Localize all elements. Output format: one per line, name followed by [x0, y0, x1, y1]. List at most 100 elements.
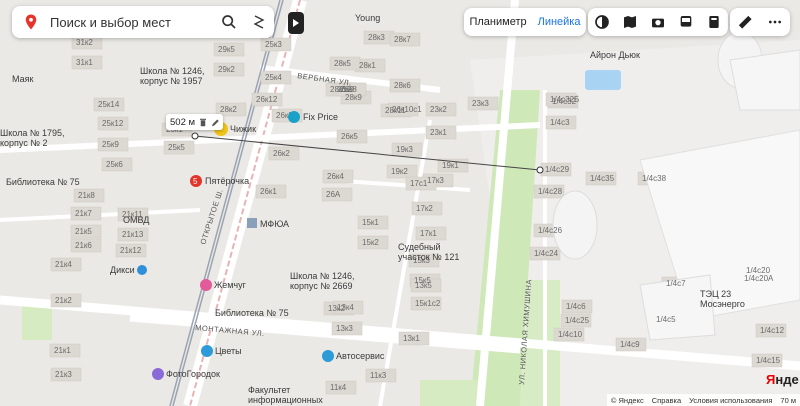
poi-young[interactable]: Young — [355, 13, 380, 23]
building-number-label: 29к2 — [218, 65, 235, 74]
pond — [585, 70, 621, 90]
building-number-label: 13к1 — [403, 334, 420, 343]
svg-text:Маяк: Маяк — [12, 74, 33, 84]
svg-text:Пятёрочка: Пятёрочка — [205, 176, 249, 186]
building-number-label: 31к1 — [76, 58, 93, 67]
traffic-button[interactable] — [705, 13, 723, 31]
poi-mayak[interactable]: Маяк — [12, 74, 33, 84]
building-number-label: 25к14 — [98, 100, 120, 109]
ruler-start-point[interactable] — [191, 132, 199, 140]
building-number-label: 21к5 — [75, 227, 92, 236]
building-number-label: 17с1 — [410, 179, 428, 188]
ruler-button[interactable] — [736, 13, 754, 31]
search-icon — [222, 15, 236, 29]
building-number-label: 1/4с6 — [566, 302, 586, 311]
building-number-label: 21к13 — [122, 230, 144, 239]
help-link[interactable]: Справка — [652, 396, 681, 405]
ruler-tab[interactable]: Линейка — [538, 16, 581, 28]
measure-mode-switch[interactable]: Планиметр Линейка — [464, 8, 586, 36]
trash-icon[interactable] — [199, 118, 207, 127]
building-number-label: 25к4 — [265, 73, 282, 82]
building-number-label: 1/4с10 — [558, 330, 583, 339]
poi-school2[interactable]: Школа № 1246, корпус № 2669 — [290, 271, 355, 291]
svg-text:Библиотека № 75: Библиотека № 75 — [6, 177, 80, 187]
poi-airon[interactable]: Айрон Дьюк — [590, 50, 640, 60]
copyright-text: © Яндекс — [610, 395, 644, 405]
building-number-label: 21к7 — [75, 209, 92, 218]
building-number-label: 21к6 — [75, 241, 92, 250]
terms-link[interactable]: Условия использования — [689, 396, 772, 405]
building-number-label: 19к3 — [396, 145, 413, 154]
building-number-label: 28к2 — [220, 105, 237, 114]
svg-text:Автосервис: Автосервис — [336, 351, 385, 361]
svg-text:МФЮА: МФЮА — [260, 219, 289, 229]
poi-library1[interactable]: Библиотека № 75 — [6, 177, 80, 187]
poi-tsvety[interactable]: Цветы — [201, 345, 242, 357]
building-number-label: 28к1 — [359, 61, 376, 70]
map-type-button[interactable] — [621, 13, 639, 31]
panorama-button[interactable] — [649, 13, 667, 31]
building-number-label: 28к3 — [368, 33, 385, 42]
building-number-label: 23к3 — [472, 99, 489, 108]
scale-label: 70 м — [780, 395, 796, 405]
poi-fotogorodok[interactable]: ФотоГородок — [152, 368, 220, 380]
svg-text:5: 5 — [193, 177, 198, 186]
building-number-label: 1/4с24 — [534, 249, 559, 258]
building-number-label: 11к4 — [330, 383, 347, 392]
svg-text:Библиотека № 75: Библиотека № 75 — [215, 308, 289, 318]
search-box[interactable]: Поиск и выбор мест — [12, 6, 274, 38]
building-number-label: 26к12 — [256, 95, 278, 104]
poi-library2[interactable]: Библиотека № 75 — [215, 308, 289, 318]
building-number-label: 1/4с32Б — [550, 95, 579, 104]
poi-fixprice[interactable]: Fix Price — [288, 111, 338, 123]
svg-text:Айрон Дьюк: Айрон Дьюк — [590, 50, 640, 60]
building-number-label: 15к1с2 — [415, 299, 441, 308]
poi-omvd[interactable]: ОМВД — [123, 215, 149, 225]
building-number-label: 26к4 — [327, 172, 344, 181]
search-button[interactable] — [214, 7, 244, 37]
building-number-label: 26к5 — [341, 132, 358, 141]
svg-text:Школа № 1246,корпус № 1957: Школа № 1246, корпус № 1957 — [140, 66, 205, 86]
search-input[interactable]: Поиск и выбор мест — [50, 15, 214, 30]
book-map-icon — [624, 16, 636, 28]
transport-button[interactable] — [677, 13, 695, 31]
distance-popup: 502 м — [166, 114, 224, 130]
ruler-end-point[interactable] — [536, 166, 544, 174]
poi-avtoservis[interactable]: Автосервис — [322, 350, 385, 362]
layers-button[interactable] — [593, 13, 611, 31]
poi-mfyua[interactable]: МФЮА — [247, 218, 289, 229]
building-number-label: 23к2 — [430, 105, 447, 114]
poi-pyaterochka[interactable]: 5 Пятёрочка — [190, 175, 249, 187]
svg-text:Young: Young — [355, 13, 380, 23]
edit-pencil-icon[interactable] — [211, 118, 219, 127]
svg-text:Чижик: Чижик — [230, 124, 256, 134]
route-button[interactable] — [244, 7, 274, 37]
map-canvas[interactable]: 29к529к228к328к128к728к528к628к928к1128к… — [0, 0, 800, 406]
building-number-label: 26к1 — [260, 187, 277, 196]
collapse-panel-button[interactable] — [288, 12, 304, 34]
building-number-label: 1/4с7 — [666, 279, 686, 288]
poi-zhemchug[interactable]: Жемчуг — [200, 279, 247, 291]
poi-school1[interactable]: Школа № 1246, корпус № 1957 — [140, 66, 205, 86]
building-number-label: 1/4с26 — [538, 226, 563, 235]
svg-text:Цветы: Цветы — [215, 346, 242, 356]
more-button[interactable] — [766, 13, 784, 31]
building-number-label: 25к6 — [106, 160, 123, 169]
yandex-logo: Янде — [766, 372, 799, 387]
svg-text:Школа № 1246,корпус № 2669: Школа № 1246, корпус № 2669 — [290, 271, 355, 291]
map-tools — [588, 8, 728, 36]
poi-dixy[interactable]: Дикси — [110, 265, 147, 275]
building-number-label: 15к2 — [362, 238, 379, 247]
building-number-label: 29к5 — [218, 45, 235, 54]
planimeter-tab[interactable]: Планиметр — [469, 16, 526, 28]
extra-tools — [730, 8, 790, 36]
building-number-label: 25к3 — [265, 40, 282, 49]
building-number-label: 23к1 — [430, 128, 447, 137]
building-number-label: 25к12 — [102, 119, 124, 128]
building-number-label: 28к9 — [345, 93, 362, 102]
building-number-label: 25к9 — [102, 140, 119, 149]
building-number-label: 25к5 — [168, 143, 185, 152]
svg-text:ОМВД: ОМВД — [123, 215, 149, 225]
building-number-label: 21к3 — [55, 370, 72, 379]
building-number-label: 21к4 — [55, 260, 72, 269]
